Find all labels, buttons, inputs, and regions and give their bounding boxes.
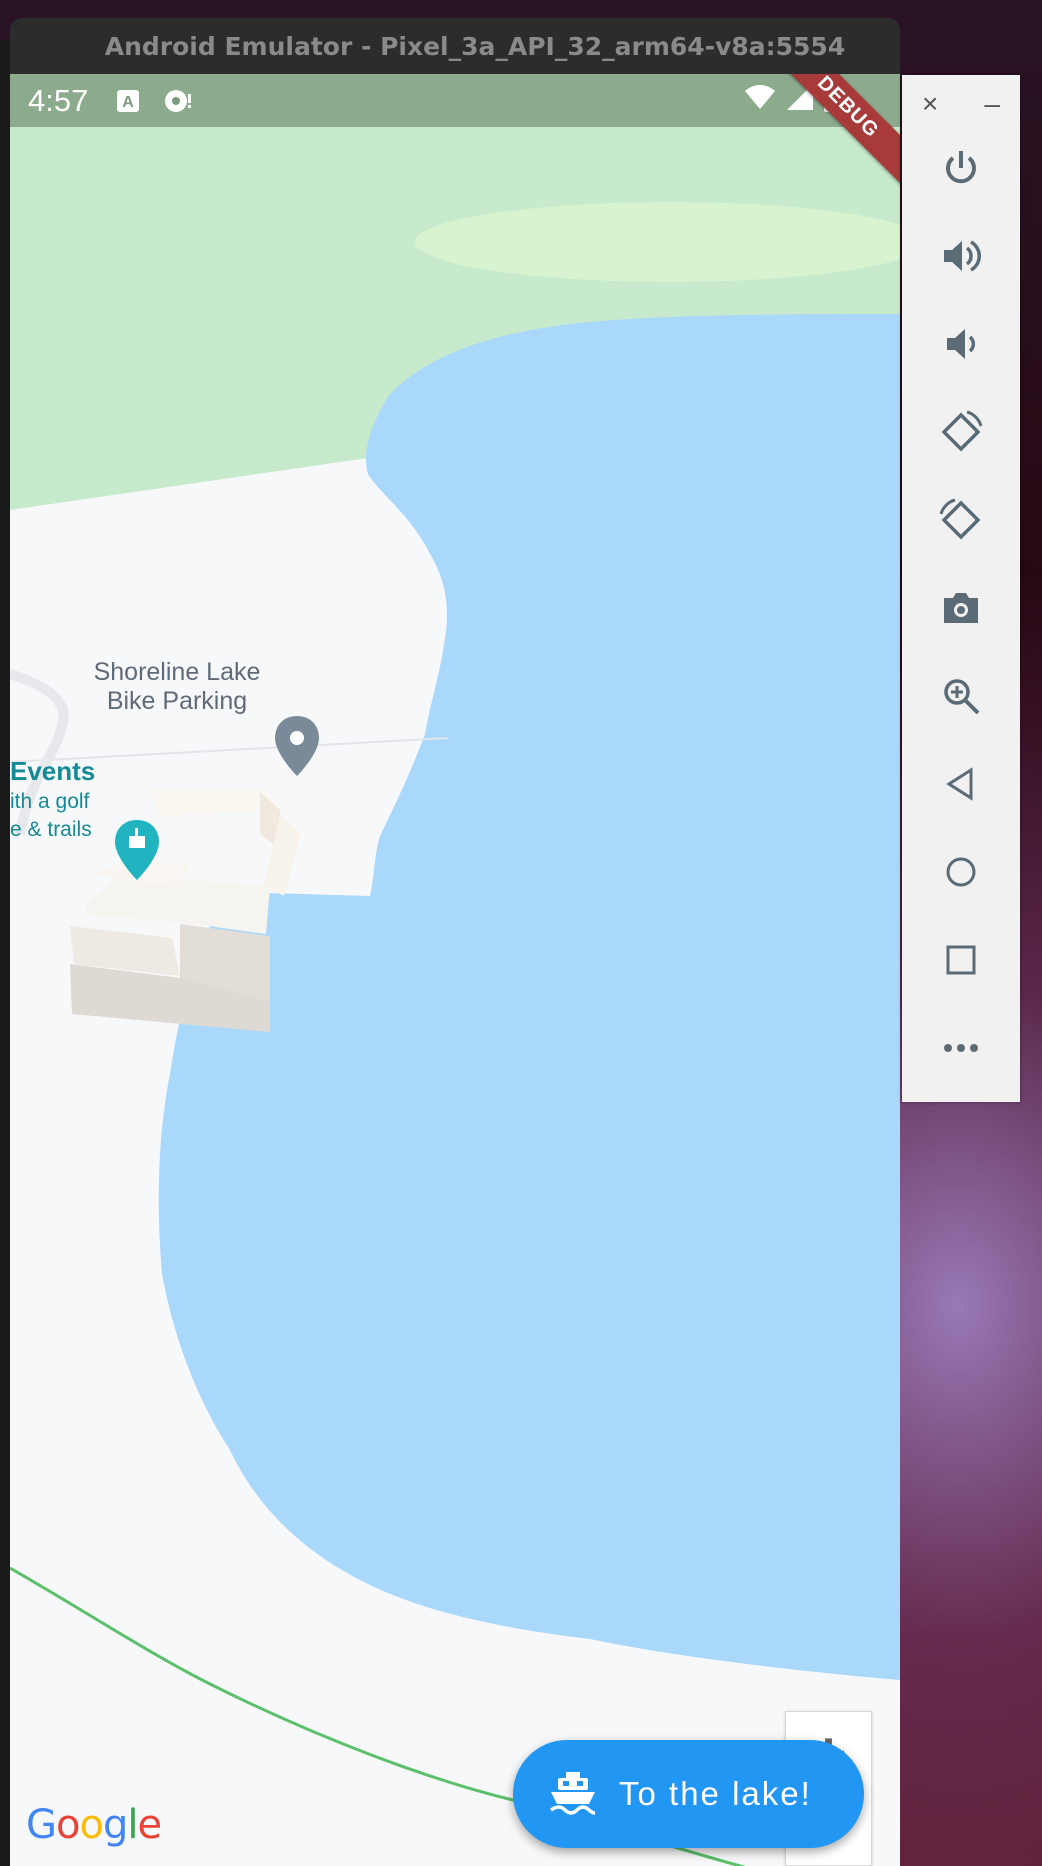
background-window-edge: [0, 40, 10, 1866]
status-bar: 4:57 A DEBUG: [10, 74, 900, 190]
panel-close-button[interactable]: ×: [922, 88, 938, 120]
volume-up-icon[interactable]: [932, 227, 990, 285]
events-subtitle-line1: ith a golf: [10, 790, 90, 813]
svg-text:A: A: [123, 94, 135, 111]
bike-parking-pin: [275, 716, 319, 776]
events-title[interactable]: Events: [10, 756, 95, 787]
assistant-icon: [164, 88, 192, 114]
more-icon[interactable]: [932, 1019, 990, 1077]
rotate-left-icon[interactable]: [932, 403, 990, 461]
emulator-side-panel: × –: [902, 75, 1020, 1102]
fab-label: To the lake!: [619, 1775, 812, 1812]
power-icon[interactable]: [932, 139, 990, 197]
bike-parking-name-line1: Shoreline Lake: [93, 658, 261, 686]
building-complex: [70, 790, 300, 1032]
events-subtitle-line2: e & trails: [10, 818, 92, 841]
google-attribution: Google: [26, 1802, 162, 1848]
panel-header: × –: [922, 88, 1000, 120]
map-canvas[interactable]: [10, 74, 900, 1866]
rotate-right-icon[interactable]: [932, 491, 990, 549]
overview-icon[interactable]: [932, 931, 990, 989]
emulator-window: Android Emulator - Pixel_3a_API_32_arm64…: [10, 18, 900, 1866]
bike-parking-label[interactable]: Shoreline Lake Bike Parking: [82, 658, 272, 716]
home-icon[interactable]: [932, 843, 990, 901]
bike-parking-name-line2: Bike Parking: [106, 687, 248, 715]
notification-a-icon: A: [116, 89, 140, 113]
window-title: Android Emulator - Pixel_3a_API_32_arm64…: [10, 18, 900, 74]
wifi-icon: [744, 83, 776, 116]
volume-down-icon[interactable]: [932, 315, 990, 373]
zoom-icon[interactable]: [932, 667, 990, 725]
to-the-lake-button[interactable]: To the lake!: [513, 1740, 864, 1848]
camera-icon[interactable]: [932, 579, 990, 637]
back-icon[interactable]: [932, 755, 990, 813]
panel-minimize-button[interactable]: –: [984, 88, 1000, 120]
device-screen[interactable]: 4:57 A DEBUG Shoreline Lake Bike Parking…: [10, 74, 900, 1866]
status-time: 4:57: [28, 82, 89, 118]
boat-icon: [549, 1772, 597, 1816]
